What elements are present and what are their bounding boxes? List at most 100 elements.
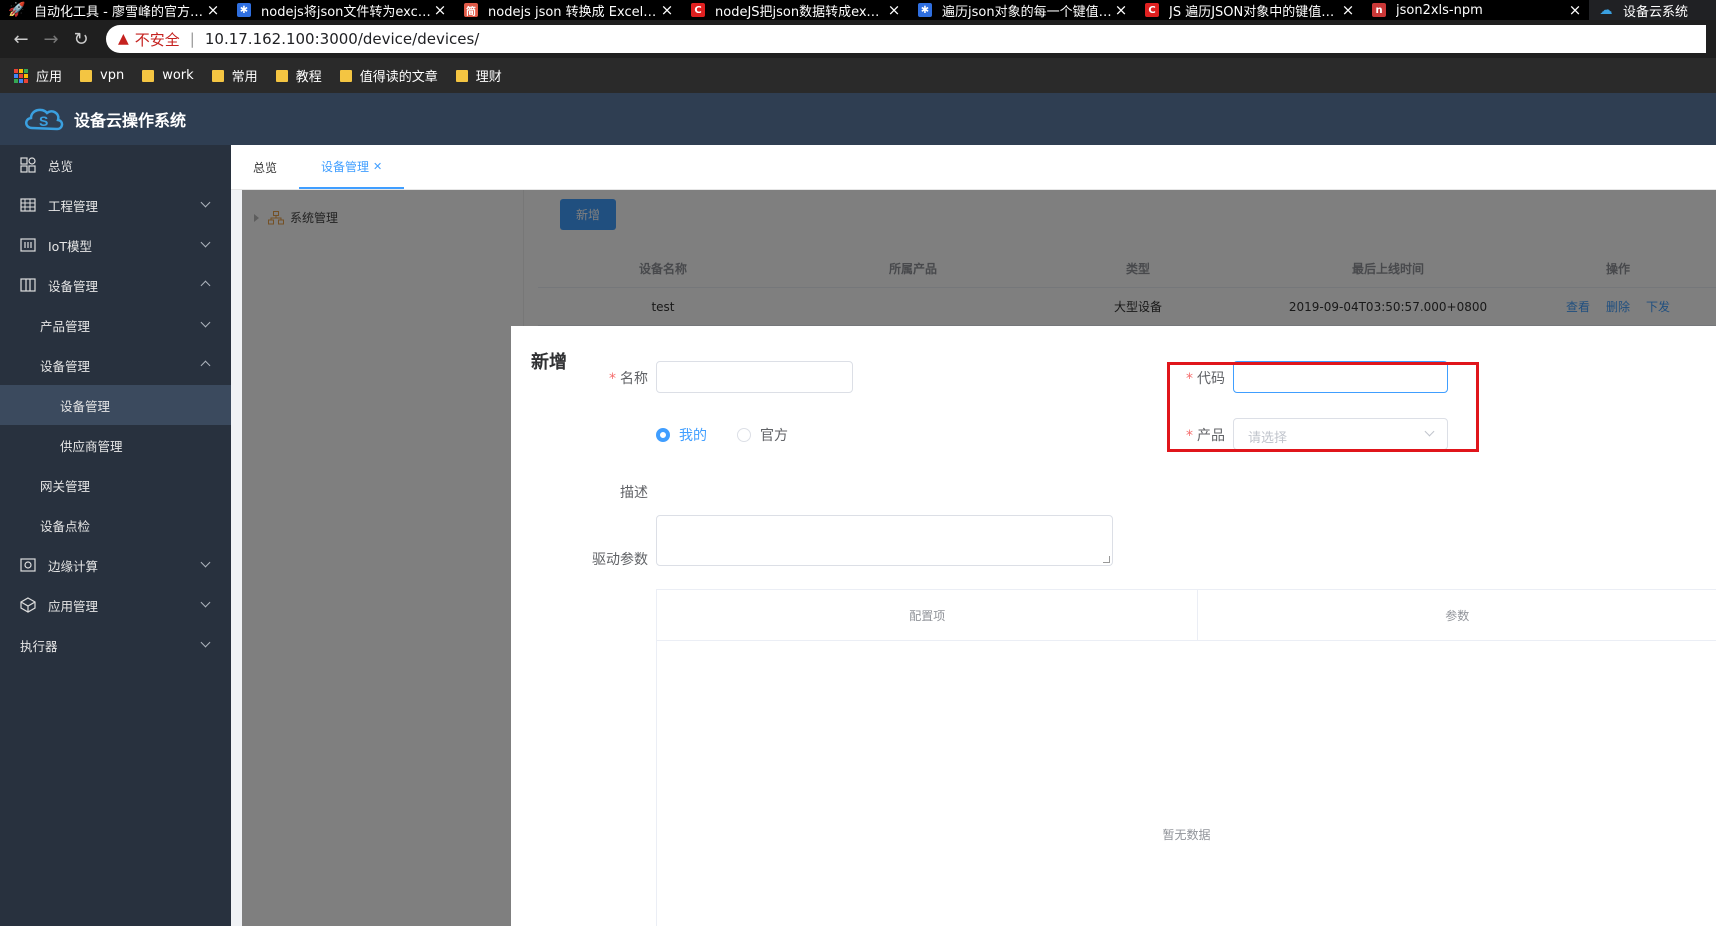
reload-icon[interactable]: ↻ <box>66 24 96 54</box>
name-input[interactable] <box>656 361 853 393</box>
sidebar-item-label: 设备管理 <box>60 398 111 414</box>
sidebar-item-executor[interactable]: 执行器 <box>0 625 231 665</box>
browser-tab[interactable]: C JS 遍历JSON对象中的键值对_ × <box>1135 0 1362 20</box>
cloud-logo-icon: S <box>25 108 64 131</box>
sidebar-item-label: 网关管理 <box>40 478 91 494</box>
browser-tab[interactable]: ✱ 遍历json对象的每一个键值对_ × <box>908 0 1135 20</box>
bookmark-label: 理财 <box>475 70 502 85</box>
sidebar-item-label: 产品管理 <box>40 318 91 334</box>
sidebar-item-edge-computing[interactable]: 边缘计算 <box>0 545 231 585</box>
column-header-param: 参数 <box>1197 590 1716 640</box>
columns-icon <box>20 277 36 293</box>
close-icon[interactable]: × <box>205 1 221 19</box>
folder-icon <box>339 69 352 82</box>
browser-tab-title: 自动化工具 - 廖雪峰的官方网站 <box>34 4 205 20</box>
sidebar-item-project[interactable]: 工程管理 <box>0 185 231 225</box>
tab-overview[interactable]: 总览 <box>231 145 299 189</box>
dashboard-icon <box>20 157 36 173</box>
browser-tab-title: nodeJS把json数据转成excel（ <box>715 4 886 20</box>
browser-toolbar: ← → ↻ ▲ 不安全 | 10.17.162.100:3000/device/… <box>0 20 1716 58</box>
dialog-title: 新增 <box>531 352 567 373</box>
radio-official[interactable]: 官方 <box>737 425 788 445</box>
app-title: 设备云操作系统 <box>74 111 187 130</box>
close-icon[interactable]: × <box>886 1 902 19</box>
bookmark-folder[interactable]: 理财 <box>455 66 502 85</box>
description-textarea[interactable] <box>656 515 1113 566</box>
back-icon[interactable]: ← <box>6 24 36 54</box>
close-icon[interactable]: ✕ <box>373 160 382 173</box>
bookmark-folder[interactable]: vpn <box>80 68 124 83</box>
browser-tab-title: 遍历json对象的每一个键值对_ <box>942 4 1113 20</box>
description-label: 描述 <box>620 485 648 501</box>
sidebar-item-label: 设备点检 <box>40 518 91 534</box>
add-device-dialog: 新增 * 名称 * 代码 我的 官方 * 产品 请选择 描述 驱动参数 配置项 参数 … <box>511 326 1716 926</box>
sidebar-item-suppliers[interactable]: 供应商管理 <box>0 425 231 465</box>
sidebar-item-label: 边缘计算 <box>48 558 99 574</box>
bookmarks-bar: 应用 vpn work 常用 教程 值得读的文章 理财 <box>0 58 1716 93</box>
browser-tab[interactable]: n json2xls-npm × <box>1362 0 1589 20</box>
close-icon[interactable]: × <box>432 1 448 19</box>
bookmark-label: 值得读的文章 <box>359 70 438 85</box>
radio-checked-icon <box>656 428 670 442</box>
chevron-down-icon <box>200 637 211 648</box>
sidebar-item-app-management[interactable]: 应用管理 <box>0 585 231 625</box>
bookmark-folder[interactable]: work <box>142 68 194 83</box>
bookmark-folder[interactable]: 值得读的文章 <box>339 66 438 85</box>
radio-unchecked-icon <box>737 428 751 442</box>
browser-tab-title: 设备云系统 <box>1623 4 1689 20</box>
table-header: 配置项 参数 <box>657 590 1716 641</box>
sidebar-item-label: 工程管理 <box>48 198 99 214</box>
tab-device-management[interactable]: 设备管理 ✕ <box>299 145 405 189</box>
browser-tab[interactable]: 简 nodejs json 转换成 Excel 支持 × <box>454 0 681 20</box>
browser-tab-title: JS 遍历JSON对象中的键值对_ <box>1169 4 1340 20</box>
browser-tab-active[interactable]: ☁ 设备云系统 <box>1589 0 1716 20</box>
folder-icon <box>455 69 468 82</box>
baidu-paw-icon: ✱ <box>237 3 251 17</box>
empty-text: 暂无数据 <box>1162 828 1211 842</box>
sidebar-item-label: 应用管理 <box>48 598 99 614</box>
bookmark-apps[interactable]: 应用 <box>14 66 62 85</box>
npm-icon: n <box>1372 3 1386 17</box>
sidebar-item-iot-model[interactable]: IoT模型 <box>0 225 231 265</box>
cloud-icon: ☁ <box>1599 2 1613 18</box>
driver-params-label: 驱动参数 <box>592 552 648 568</box>
browser-tab[interactable]: ✱ nodejs将json文件转为excel、 × <box>227 0 454 20</box>
folder-icon <box>211 69 224 82</box>
bookmark-label: work <box>162 68 194 83</box>
browser-tab[interactable]: 🚀 自动化工具 - 廖雪峰的官方网站 × <box>0 0 227 20</box>
close-icon[interactable]: × <box>1340 1 1356 19</box>
close-icon[interactable]: × <box>1113 1 1129 19</box>
sidebar-item-overview[interactable]: 总览 <box>0 145 231 185</box>
sidebar-item-devices[interactable]: 设备管理 <box>0 385 231 425</box>
sidebar-item-device-submenu[interactable]: 设备管理 <box>0 345 231 385</box>
building-icon <box>20 197 36 213</box>
bookmark-label: vpn <box>100 68 125 83</box>
forward-icon[interactable]: → <box>36 24 66 54</box>
cube-icon <box>20 597 36 613</box>
svg-text:S: S <box>39 113 48 129</box>
close-icon[interactable]: × <box>659 1 675 19</box>
bookmark-folder[interactable]: 教程 <box>275 66 322 85</box>
csdn-icon: C <box>691 3 705 17</box>
url-separator: | <box>189 30 195 48</box>
sidebar-item-inspection[interactable]: 设备点检 <box>0 505 231 545</box>
highlight-box <box>1167 362 1479 452</box>
browser-tab-title: nodejs将json文件转为excel、 <box>261 4 432 20</box>
resize-handle-icon[interactable] <box>1103 556 1110 563</box>
chevron-down-icon <box>200 197 211 208</box>
close-icon[interactable]: × <box>1567 1 1583 19</box>
browser-tab[interactable]: C nodeJS把json数据转成excel（ × <box>681 0 908 20</box>
folder-icon <box>142 69 155 82</box>
sidebar-item-device-management[interactable]: 设备管理 <box>0 265 231 305</box>
radio-mine[interactable]: 我的 <box>656 425 707 445</box>
sidebar-item-label: IoT模型 <box>48 238 92 254</box>
sidebar-item-label: 设备管理 <box>40 358 91 374</box>
baidu-paw-icon: ✱ <box>918 3 932 17</box>
sidebar-item-gateways[interactable]: 网关管理 <box>0 465 231 505</box>
bookmark-folder[interactable]: 常用 <box>211 66 258 85</box>
sidebar-item-product-management[interactable]: 产品管理 <box>0 305 231 345</box>
warning-icon: ▲ <box>118 31 129 47</box>
csdn-icon: C <box>1145 3 1159 17</box>
tab-label: 设备管理 <box>321 159 370 174</box>
address-bar[interactable]: ▲ 不安全 | 10.17.162.100:3000/device/device… <box>106 25 1706 53</box>
